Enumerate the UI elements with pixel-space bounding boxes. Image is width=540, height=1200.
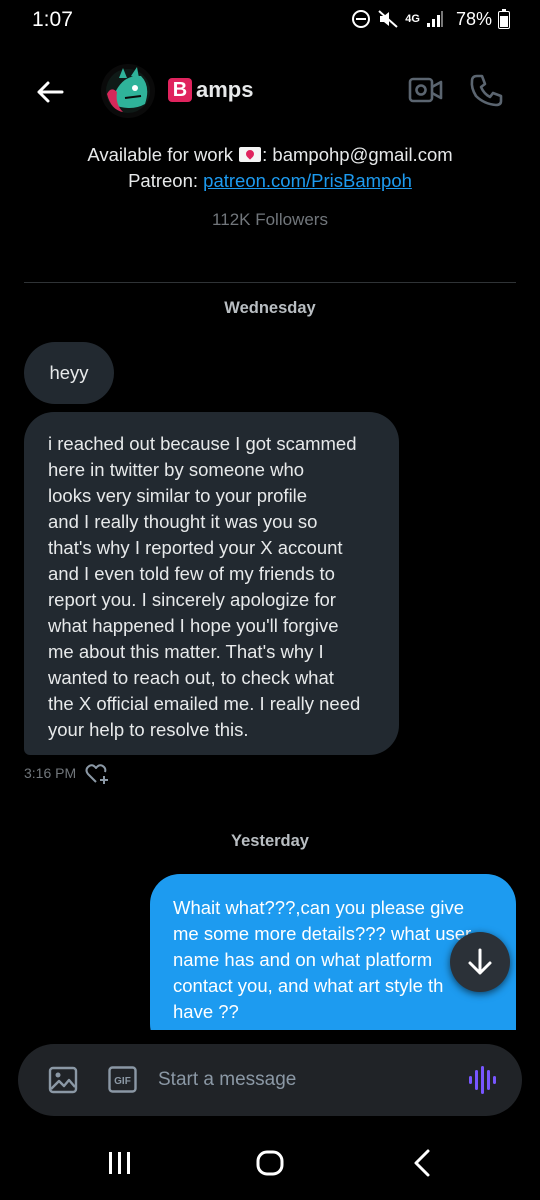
message-line: the X official emailed me. I really need: [48, 693, 361, 714]
home-icon: [256, 1150, 284, 1176]
patreon-link[interactable]: patreon.com/PrisBampoh: [203, 170, 412, 191]
add-reaction-button[interactable]: [85, 762, 111, 786]
day-separator-yesterday: Yesterday: [231, 832, 309, 850]
heart-plus-icon: [85, 764, 108, 784]
message-line: Whait what???,can you please give: [173, 897, 465, 918]
chevron-left-icon: [414, 1149, 430, 1177]
message-line: and I really thought it was you so: [48, 511, 318, 532]
svg-text:GIF: GIF: [114, 1076, 131, 1087]
home-button[interactable]: [255, 1148, 285, 1178]
network-type: 4G: [405, 13, 420, 25]
message-timestamp: 3:16 PM: [24, 765, 77, 781]
recents-icon: [109, 1152, 130, 1174]
day-separator-wednesday: Wednesday: [224, 299, 316, 317]
message-line: what happened I hope you'll forgive: [48, 615, 339, 636]
followers-count[interactable]: 112K Followers: [0, 210, 540, 230]
message-line: that's why I reported your X account: [48, 537, 343, 558]
avatar[interactable]: [101, 64, 155, 118]
battery-percent: 78%: [455, 8, 492, 29]
nav-back-button[interactable]: [410, 1148, 434, 1178]
message-line: report you. I sincerely apologize for: [48, 589, 336, 610]
bio-email: : bampohp@gmail.com: [262, 144, 453, 165]
voice-wave-icon: [469, 1066, 496, 1094]
love-letter-icon: [239, 147, 262, 162]
profile-bio: Available for work : bampohp@gmail.com: [0, 144, 540, 166]
message-line: wanted to reach out, to check what: [48, 667, 334, 688]
message-bubble-incoming[interactable]: i reached out because I got scammed here…: [24, 412, 399, 755]
name-text: amps: [196, 77, 254, 102]
status-time: 1:07: [32, 8, 73, 31]
message-bubble-incoming[interactable]: heyy: [24, 342, 114, 404]
name-badge: B: [168, 78, 192, 102]
video-call-button[interactable]: [408, 74, 444, 106]
mute-icon: [378, 10, 398, 28]
message-line: i reached out because I got scammed: [48, 433, 357, 454]
profile-patreon: Patreon: patreon.com/PrisBampoh: [0, 170, 540, 192]
recent-apps-button[interactable]: [106, 1149, 134, 1177]
add-gif-button[interactable]: GIF: [108, 1066, 137, 1093]
scroll-to-bottom-button[interactable]: [450, 932, 510, 992]
battery-icon: [498, 9, 510, 29]
phone-icon: [470, 74, 503, 107]
message-text: heyy: [49, 362, 89, 383]
status-icons: 4G 78%: [351, 7, 510, 31]
do-not-disturb-icon: [352, 10, 371, 28]
contact-name[interactable]: B amps: [168, 77, 253, 103]
arrow-down-icon: [468, 948, 492, 975]
message-line: here in twitter by someone who: [48, 459, 305, 480]
message-input[interactable]: [158, 1064, 448, 1096]
add-image-button[interactable]: [48, 1065, 78, 1095]
voice-call-button[interactable]: [468, 72, 504, 108]
message-line: looks very similar to your profile: [48, 485, 308, 506]
voice-message-button[interactable]: [466, 1064, 498, 1096]
back-button[interactable]: [30, 72, 70, 112]
message-line: and I even told few of my friends to: [48, 563, 335, 584]
divider: [24, 282, 516, 283]
message-line: have ??: [173, 1001, 239, 1022]
bio-prefix: Available for work: [87, 144, 239, 165]
video-camera-icon: [408, 77, 443, 103]
patreon-label: Patreon:: [128, 170, 204, 191]
back-arrow-icon: [37, 81, 64, 103]
gif-icon: GIF: [108, 1066, 137, 1093]
image-icon: [48, 1066, 78, 1094]
message-line: your help to resolve this.: [48, 719, 249, 740]
message-line: me about this matter. That's why I: [48, 641, 324, 662]
signal-icon: [426, 11, 443, 27]
